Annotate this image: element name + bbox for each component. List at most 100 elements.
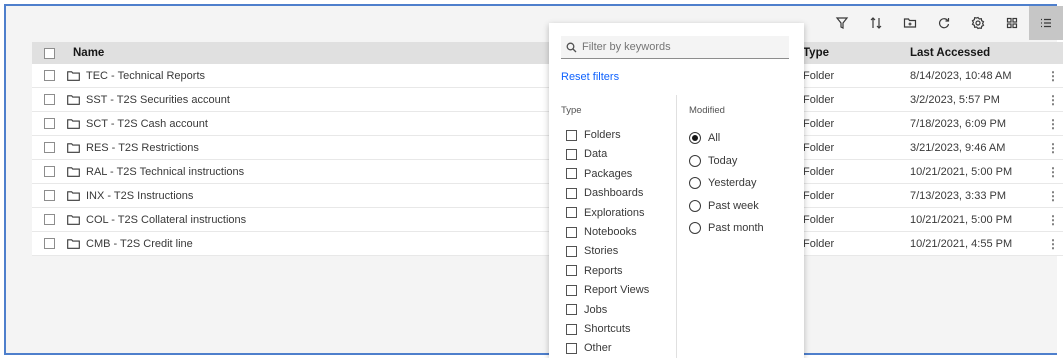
new-folder-button[interactable]: [893, 6, 927, 40]
modified-option[interactable]: Today: [689, 154, 738, 167]
modified-radio[interactable]: [689, 177, 701, 189]
modified-option[interactable]: Yesterday: [689, 177, 757, 189]
table-row[interactable]: COL - T2S Collateral instructions Folder 1…: [32, 208, 1063, 232]
type-checkbox[interactable]: [566, 226, 577, 238]
modified-radio[interactable]: [689, 199, 701, 212]
type-option[interactable]: Shortcuts: [566, 323, 630, 335]
row-checkbox[interactable]: [44, 214, 55, 225]
modified-option-label: Past month: [708, 222, 764, 234]
table-row[interactable]: RES - T2S Restrictions Folder 3/21/2023, 9…: [32, 136, 1063, 160]
type-option[interactable]: Dashboards: [566, 187, 643, 199]
table-row[interactable]: CMB - T2S Credit line Folder 10/21/2021, 4…: [32, 232, 1063, 256]
row-overflow-menu-icon[interactable]: ⋮: [1047, 117, 1059, 131]
type-checkbox[interactable]: [566, 342, 577, 354]
refresh-button[interactable]: [927, 6, 961, 40]
type-option[interactable]: Stories: [566, 245, 618, 257]
modified-option-label: Past week: [708, 199, 759, 212]
row-checkbox[interactable]: [44, 190, 55, 201]
table-row[interactable]: RAL - T2S Technical instructions Folder 10…: [32, 160, 1063, 184]
content-table: Name Type Last Accessed TEC - Technical …: [32, 42, 1063, 256]
type-checkbox[interactable]: [566, 148, 577, 160]
list-view-button[interactable]: [1029, 6, 1063, 40]
row-checkbox[interactable]: [44, 142, 55, 153]
toolbar: [825, 6, 1063, 40]
folder-icon: [67, 190, 80, 201]
type-checkbox[interactable]: [566, 207, 577, 219]
modified-option-label: Yesterday: [708, 177, 757, 189]
type-option-label: Stories: [584, 245, 619, 258]
row-last-accessed: 3/2/2023, 5:57 PM: [910, 93, 1000, 106]
type-checkbox[interactable]: [566, 265, 577, 277]
row-checkbox[interactable]: [44, 166, 55, 177]
type-option[interactable]: Packages: [566, 168, 632, 180]
row-checkbox[interactable]: [44, 238, 55, 249]
modified-option[interactable]: Past week: [689, 199, 759, 212]
row-overflow-menu-icon[interactable]: ⋮: [1047, 189, 1059, 203]
type-option-label: Notebooks: [584, 226, 637, 238]
type-option[interactable]: Jobs: [566, 304, 607, 316]
modified-option[interactable]: All: [689, 132, 720, 144]
row-overflow-menu-icon[interactable]: ⋮: [1047, 141, 1059, 155]
settings-button[interactable]: [961, 6, 995, 40]
type-checkbox[interactable]: [566, 284, 577, 296]
row-type: Folder: [803, 93, 835, 106]
grid-view-button[interactable]: [995, 6, 1029, 40]
type-checkbox[interactable]: [566, 168, 577, 180]
panel-divider: [676, 95, 677, 358]
type-option[interactable]: Explorations: [566, 207, 645, 219]
table-row[interactable]: SCT - T2S Cash account Folder 7/18/2023, 6…: [32, 112, 1063, 136]
type-checkbox[interactable]: [566, 129, 577, 141]
type-checkbox[interactable]: [566, 304, 577, 316]
reset-filters-link[interactable]: Reset filters: [561, 71, 619, 83]
filter-button[interactable]: [825, 6, 859, 40]
row-last-accessed: 10/21/2021, 5:00 PM: [910, 165, 1013, 178]
type-checkbox[interactable]: [566, 323, 577, 335]
table-row[interactable]: SST - T2S Securities account Folder 3/2/20…: [32, 88, 1063, 112]
row-type: Folder: [803, 141, 835, 154]
row-type: Folder: [803, 213, 835, 226]
filter-search-input[interactable]: [582, 41, 782, 53]
type-option[interactable]: Reports: [566, 265, 623, 277]
type-option[interactable]: Folders: [566, 129, 621, 141]
row-checkbox[interactable]: [44, 94, 55, 105]
type-option-label: Other: [584, 342, 612, 355]
row-overflow-menu-icon[interactable]: ⋮: [1047, 93, 1059, 107]
row-last-accessed: 10/21/2021, 5:00 PM: [910, 213, 1013, 226]
modified-option-label: All: [708, 132, 721, 144]
modified-radio[interactable]: [689, 154, 701, 167]
row-checkbox[interactable]: [44, 70, 55, 81]
column-header-last-accessed[interactable]: Last Accessed: [910, 47, 990, 59]
type-checkbox[interactable]: [566, 245, 577, 257]
type-option-label: Report Views: [584, 284, 650, 297]
folder-icon: [67, 238, 80, 249]
table-row[interactable]: TEC - Technical Reports Folder 8/14/2023, …: [32, 64, 1063, 88]
type-option[interactable]: Data: [566, 148, 607, 160]
modified-option-label: Today: [708, 154, 738, 167]
row-overflow-menu-icon[interactable]: ⋮: [1047, 69, 1059, 83]
type-option-label: Data: [584, 148, 608, 161]
sort-button[interactable]: [859, 6, 893, 40]
type-option[interactable]: Other: [566, 342, 612, 354]
modified-radio[interactable]: [689, 222, 701, 234]
row-overflow-menu-icon[interactable]: ⋮: [1047, 237, 1059, 251]
type-option[interactable]: Notebooks: [566, 226, 637, 238]
filter-search-field[interactable]: [561, 36, 789, 59]
type-checkbox[interactable]: [566, 187, 577, 199]
settings-icon: [971, 16, 985, 30]
row-type: Folder: [803, 165, 835, 178]
type-option[interactable]: Report Views: [566, 284, 649, 296]
modified-radio[interactable]: [689, 132, 701, 144]
row-checkbox[interactable]: [44, 118, 55, 129]
row-type: Folder: [803, 69, 835, 82]
row-overflow-menu-icon[interactable]: ⋮: [1047, 213, 1059, 227]
row-overflow-menu-icon[interactable]: ⋮: [1047, 165, 1059, 179]
folder-icon: [67, 214, 80, 225]
row-last-accessed: 10/21/2021, 4:55 PM: [910, 237, 1013, 250]
modified-option[interactable]: Past month: [689, 222, 764, 234]
table-row[interactable]: INX - T2S Instructions Folder 7/13/2023, 3…: [32, 184, 1063, 208]
column-header-type[interactable]: Type: [803, 47, 829, 59]
select-all-checkbox[interactable]: [44, 47, 55, 59]
grid-view-icon: [1006, 17, 1018, 29]
table-header: Name Type Last Accessed: [32, 42, 1063, 64]
type-option-label: Dashboards: [584, 187, 644, 200]
